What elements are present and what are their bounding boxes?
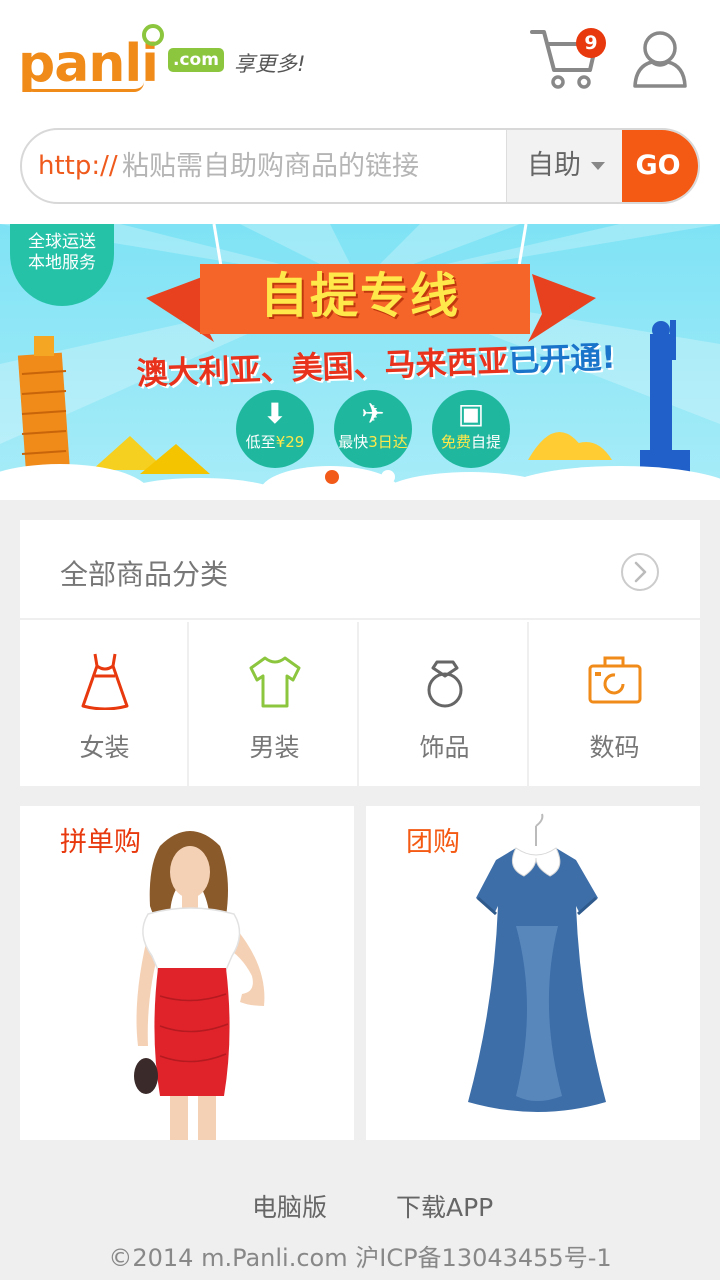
box-icon: ▣ [457, 397, 485, 430]
carousel-dot-1[interactable] [325, 470, 339, 484]
badge-line-2: 本地服务 [28, 253, 96, 273]
feature-price-label: 低至¥29 [236, 432, 314, 452]
search-bar: http:// 自助 GO [20, 128, 700, 204]
download-app-link[interactable]: 下载APP [396, 1188, 493, 1224]
mode-select-value: 自助 [527, 150, 581, 181]
feature-price: ⬇ 低至¥29 [236, 390, 314, 468]
slogan: 享更多! [234, 52, 306, 76]
feature-price-plain: 低至 [245, 433, 276, 451]
caret-down-icon [591, 162, 605, 170]
category-label: 女装 [79, 733, 130, 762]
category-label: 饰品 [419, 733, 470, 762]
camera-icon [588, 656, 642, 704]
tshirt-icon [249, 656, 301, 708]
badge-line-1: 全球运送 [28, 232, 96, 252]
panli-logo[interactable]: panli .com [18, 22, 228, 98]
chevron-right-icon [621, 553, 659, 591]
url-input[interactable] [122, 130, 502, 202]
mode-select[interactable]: 自助 [506, 130, 626, 202]
category-label: 数码 [589, 733, 640, 762]
ring-icon [427, 660, 463, 708]
user-account-icon[interactable] [632, 28, 688, 90]
desktop-version-link[interactable]: 电脑版 [252, 1188, 327, 1224]
feature-speed-plain: 最快 [338, 433, 369, 451]
logo-bulb-icon [142, 24, 164, 46]
feature-pickup: ▣ 免费自提 [432, 390, 510, 468]
feature-speed-hl: 3日达 [368, 433, 408, 451]
feature-price-hl: ¥29 [275, 433, 305, 451]
subtitle-opened: 已开通! [507, 339, 617, 380]
plane-icon: ✈ [361, 397, 385, 430]
category-label: 男装 [249, 733, 300, 762]
all-categories-label: 全部商品分类 [60, 558, 229, 591]
carousel-dot-2[interactable] [353, 470, 367, 484]
arrow-down-icon: ⬇ [263, 397, 287, 430]
group-order-card[interactable]: 拼单购 [20, 806, 354, 1140]
feature-pickup-label: 免费自提 [432, 432, 510, 452]
dress-icon [81, 653, 129, 710]
global-shipping-text: 全球运送 本地服务 [14, 232, 110, 274]
logo-domain: .com [168, 48, 224, 72]
feature-pickup-hl: 自提 [471, 433, 502, 451]
group-buy-card[interactable]: 团购 [366, 806, 700, 1140]
copyright: ©2014 m.Panli.com 沪ICP备13043455号-1 [108, 1244, 612, 1272]
category-digital[interactable]: 数码 [530, 622, 699, 786]
category-men[interactable]: 男装 [190, 622, 359, 786]
feature-speed: ✈ 最快3日达 [334, 390, 412, 468]
carousel-dot-3[interactable] [381, 470, 395, 484]
group-order-title: 拼单购 [60, 827, 141, 858]
go-button[interactable]: GO [622, 130, 698, 202]
banner-title: 自提专线 [259, 268, 460, 324]
feature-speed-label: 最快3日达 [334, 432, 412, 452]
group-buy-title: 团购 [406, 827, 460, 858]
feature-pickup-plain: 免费 [440, 433, 471, 451]
category-women[interactable]: 女装 [20, 622, 189, 786]
url-prefix: http:// [38, 151, 118, 181]
category-accessories[interactable]: 饰品 [360, 622, 529, 786]
cart-count-badge: 9 [576, 28, 606, 58]
logo-swoosh [24, 82, 144, 92]
